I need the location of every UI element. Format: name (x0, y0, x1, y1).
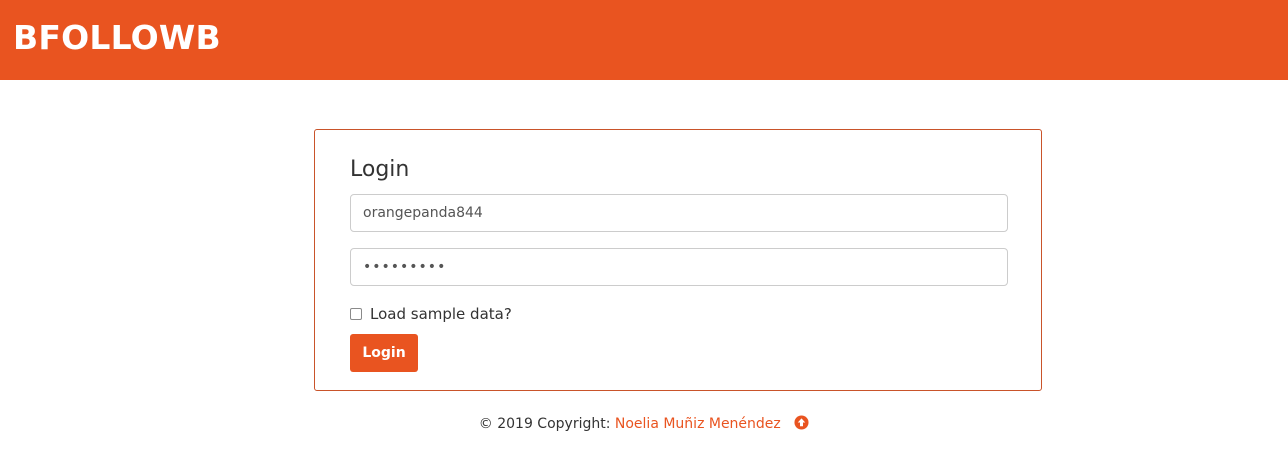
load-sample-data-checkbox[interactable] (350, 308, 362, 320)
arrow-up-circle-icon[interactable] (794, 415, 809, 430)
brand-logo-text[interactable]: BFOLLOWB (13, 18, 221, 58)
footer: © 2019 Copyright: Noelia Muñiz Menéndez (0, 414, 1288, 434)
login-card: Login Load sample data? Login (314, 129, 1042, 391)
password-input[interactable] (350, 248, 1008, 286)
login-button[interactable]: Login (350, 334, 418, 372)
copyright-text: © 2019 Copyright: (478, 416, 611, 432)
sample-data-option[interactable]: Load sample data? (350, 304, 512, 324)
load-sample-data-label[interactable]: Load sample data? (370, 304, 512, 324)
top-navbar: BFOLLOWB (0, 0, 1288, 80)
username-input[interactable] (350, 194, 1008, 232)
login-title: Login (350, 157, 410, 182)
author-link[interactable]: Noelia Muñiz Menéndez (615, 416, 781, 432)
